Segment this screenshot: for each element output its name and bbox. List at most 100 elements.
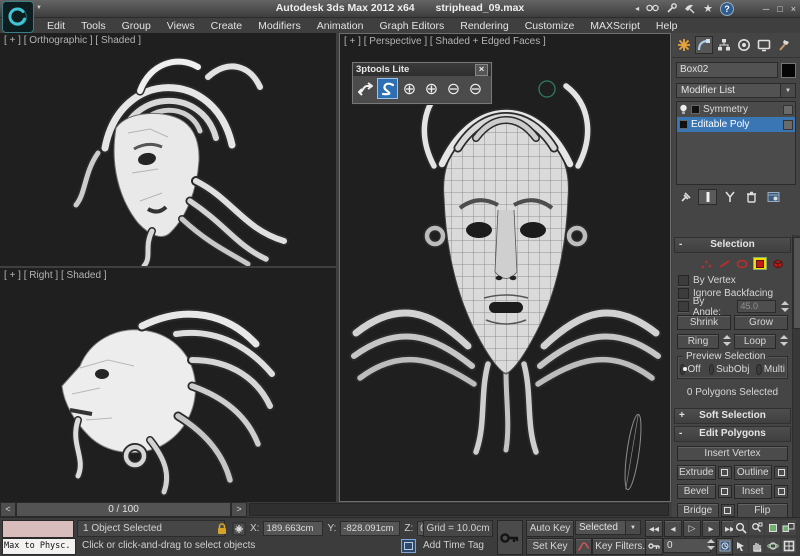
orbit-icon[interactable] — [765, 538, 780, 553]
inset-button[interactable]: Inset — [734, 484, 773, 499]
zoom-region-icon[interactable] — [733, 538, 748, 553]
panel-scrollbar-thumb[interactable] — [793, 237, 800, 329]
minimize-button[interactable]: ─ — [763, 4, 769, 14]
key-mode-toggle[interactable] — [645, 538, 663, 555]
key-filter-arrow-icon[interactable]: ▼ — [626, 520, 641, 535]
remove-modifier-icon[interactable] — [742, 189, 761, 205]
add-time-tag[interactable]: Add Time Tag — [423, 538, 484, 553]
modifier-list-arrow-icon[interactable]: ▼ — [781, 83, 796, 98]
extrude-button[interactable]: Extrude — [677, 465, 716, 480]
display-tab-icon[interactable] — [755, 36, 773, 54]
menu-rendering[interactable]: Rendering — [453, 19, 515, 33]
time-configuration-icon[interactable] — [716, 538, 733, 555]
next-frame-button[interactable]: ▶ — [702, 520, 720, 537]
outline-button[interactable]: Outline — [734, 465, 773, 480]
soft-selection-rollout-header[interactable]: + Soft Selection — [674, 408, 791, 424]
by-vertex-checkbox[interactable] — [678, 275, 689, 286]
pan-hand-icon[interactable] — [749, 538, 764, 553]
remove-minus-tool-1[interactable]: ⊖ — [443, 78, 464, 99]
bridge-settings-icon[interactable] — [721, 504, 735, 517]
preview-multi-radio[interactable] — [756, 364, 761, 375]
angle-spinner[interactable] — [780, 300, 789, 313]
pin-stack-icon[interactable] — [676, 189, 695, 205]
outline-settings-icon[interactable] — [774, 466, 788, 479]
bridge-button[interactable]: Bridge — [677, 503, 719, 517]
loop-spinner[interactable] — [779, 334, 788, 347]
stack-item-editable-poly[interactable]: Editable Poly — [677, 117, 795, 132]
zoom-icon[interactable] — [733, 520, 748, 535]
menu-create[interactable]: Create — [204, 19, 250, 33]
ring-button[interactable]: Ring — [677, 334, 719, 349]
auto-key-button[interactable]: Auto Key — [526, 520, 574, 537]
previous-frame-button[interactable]: ◀ — [664, 520, 682, 537]
expand-icon[interactable]: + — [679, 409, 685, 422]
angle-value-field[interactable]: 45.0 — [737, 300, 776, 313]
flip-button[interactable]: Flip — [737, 503, 788, 517]
swap-arrow-tool[interactable] — [355, 78, 376, 99]
by-angle-checkbox[interactable] — [678, 301, 689, 312]
x-coordinate-field[interactable]: 189.663cm — [263, 521, 323, 536]
stack-item-symmetry[interactable]: Symmetry — [677, 102, 795, 117]
stack-editable-poly-toggle[interactable] — [783, 120, 793, 130]
default-tangent-icon[interactable] — [575, 538, 592, 555]
modify-tab-icon[interactable] — [695, 36, 713, 54]
infocenter-collapse-icon[interactable]: ◂ — [635, 4, 639, 13]
loop-button[interactable]: Loop — [734, 334, 776, 349]
viewport-orthographic-label[interactable]: [ + ] [ Orthographic ] [ Shaded ] — [4, 35, 141, 46]
bevel-settings-icon[interactable] — [718, 485, 732, 498]
maximize-viewport-toggle-icon[interactable] — [781, 538, 796, 553]
menu-edit[interactable]: Edit — [40, 19, 72, 33]
edge-subobject-icon[interactable] — [717, 257, 731, 270]
viewport-right[interactable]: [ + ] [ Right ] [ Shaded ] — [0, 268, 336, 502]
menu-help[interactable]: Help — [649, 19, 685, 33]
frame-spinner[interactable] — [706, 538, 715, 551]
spline-tool[interactable] — [377, 78, 398, 99]
ring-spinner[interactable] — [722, 334, 731, 347]
menu-tools[interactable]: Tools — [74, 19, 113, 33]
menu-group[interactable]: Group — [115, 19, 158, 33]
grow-button[interactable]: Grow — [734, 315, 788, 330]
menu-views[interactable]: Views — [160, 19, 202, 33]
selection-rollout-header[interactable]: - Selection — [674, 237, 791, 253]
absolute-mode-icon[interactable] — [232, 522, 246, 536]
configure-modifier-sets-icon[interactable] — [764, 189, 783, 205]
viewport-orthographic[interactable]: [ + ] [ Orthographic ] [ Shaded ] — [0, 33, 336, 266]
current-frame-field[interactable]: 0 — [663, 538, 711, 553]
stack-symmetry-toggle[interactable] — [783, 105, 793, 115]
menu-maxscript[interactable]: MAXScript — [583, 19, 647, 33]
quick-access-caret-icon[interactable]: ▼ — [36, 5, 42, 11]
ignore-backfacing-checkbox[interactable] — [678, 288, 689, 299]
close-button[interactable]: × — [791, 4, 796, 14]
3ptools-title-bar[interactable]: 3ptools Lite × — [353, 63, 491, 76]
zoom-all-icon[interactable] — [749, 520, 764, 535]
go-to-start-button[interactable]: ◀◀ — [645, 520, 663, 537]
favorites-icon[interactable]: ★ — [703, 2, 713, 15]
bevel-button[interactable]: Bevel — [677, 484, 716, 499]
application-button[interactable] — [2, 1, 34, 33]
add-plus-tool-2[interactable]: ⊕ — [421, 78, 442, 99]
edit-polygons-rollout-header[interactable]: - Edit Polygons — [674, 426, 791, 442]
border-subobject-icon[interactable] — [735, 257, 749, 270]
viewport-right-label[interactable]: [ + ] [ Right ] [ Shaded ] — [4, 270, 107, 281]
y-coordinate-field[interactable]: -828.091cm — [340, 521, 400, 536]
maxscript-listener-input[interactable]: Max to Physc. — [2, 538, 76, 555]
remove-minus-tool-2[interactable]: ⊖ — [465, 78, 486, 99]
collapse-icon[interactable]: - — [679, 427, 682, 440]
menu-customize[interactable]: Customize — [518, 19, 582, 33]
frame-forward-button[interactable]: > — [231, 502, 247, 517]
element-subobject-icon[interactable] — [771, 257, 785, 270]
time-slider-track[interactable] — [249, 503, 669, 516]
help-icon[interactable]: ? — [720, 2, 734, 16]
preview-off-radio[interactable] — [680, 364, 685, 375]
by-vertex-checkbox-row[interactable]: By Vertex — [676, 274, 789, 287]
communication-center-icon[interactable] — [684, 3, 696, 14]
maxscript-listener-output[interactable] — [2, 520, 74, 538]
zoom-extents-all-icon[interactable] — [781, 520, 796, 535]
3ptools-close-icon[interactable]: × — [475, 64, 488, 76]
3ptools-lite-floater[interactable]: 3ptools Lite × ⊕ ⊕ ⊖ ⊖ — [352, 62, 492, 104]
key-filter-dropdown[interactable]: Selected ▼ — [575, 520, 641, 535]
object-color-swatch[interactable] — [781, 63, 796, 78]
time-slider-handle[interactable]: 0 / 100 — [16, 502, 231, 517]
polygon-subobject-icon[interactable] — [753, 257, 767, 270]
create-tab-icon[interactable] — [675, 36, 693, 54]
